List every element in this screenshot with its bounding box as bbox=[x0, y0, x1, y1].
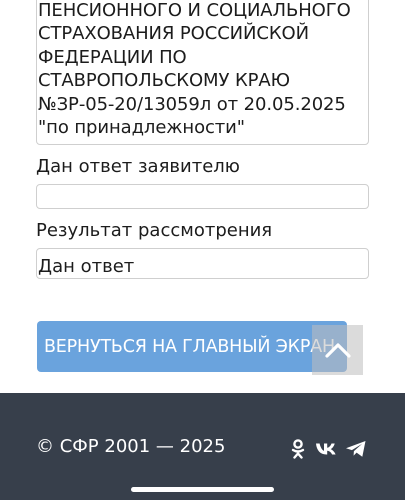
return-home-button[interactable]: ВЕРНУТЬСЯ НА ГЛАВНЫЙ ЭКРАН bbox=[37, 321, 347, 372]
result-field[interactable]: Дан ответ bbox=[36, 248, 369, 279]
telegram-icon[interactable] bbox=[344, 438, 368, 460]
copyright-text: © СФР 2001 — 2025 bbox=[36, 436, 226, 457]
vk-icon[interactable] bbox=[314, 438, 338, 460]
footer: © СФР 2001 — 2025 bbox=[0, 393, 405, 500]
answer-field-label: Дан ответ заявителю bbox=[36, 156, 240, 177]
appeal-text: ПЕНСИОННОГО И СОЦИАЛЬНОГО СТРАХОВАНИЯ РО… bbox=[38, 0, 351, 139]
appeal-textarea[interactable]: ПЕНСИОННОГО И СОЦИАЛЬНОГО СТРАХОВАНИЯ РО… bbox=[36, 0, 369, 145]
odnoklassniki-icon[interactable] bbox=[290, 438, 306, 460]
scroll-to-top-button[interactable] bbox=[312, 325, 363, 375]
answer-field[interactable] bbox=[36, 184, 369, 209]
chevron-up-icon bbox=[324, 343, 351, 358]
result-field-label: Результат рассмотрения bbox=[36, 220, 273, 241]
home-indicator bbox=[131, 487, 274, 492]
